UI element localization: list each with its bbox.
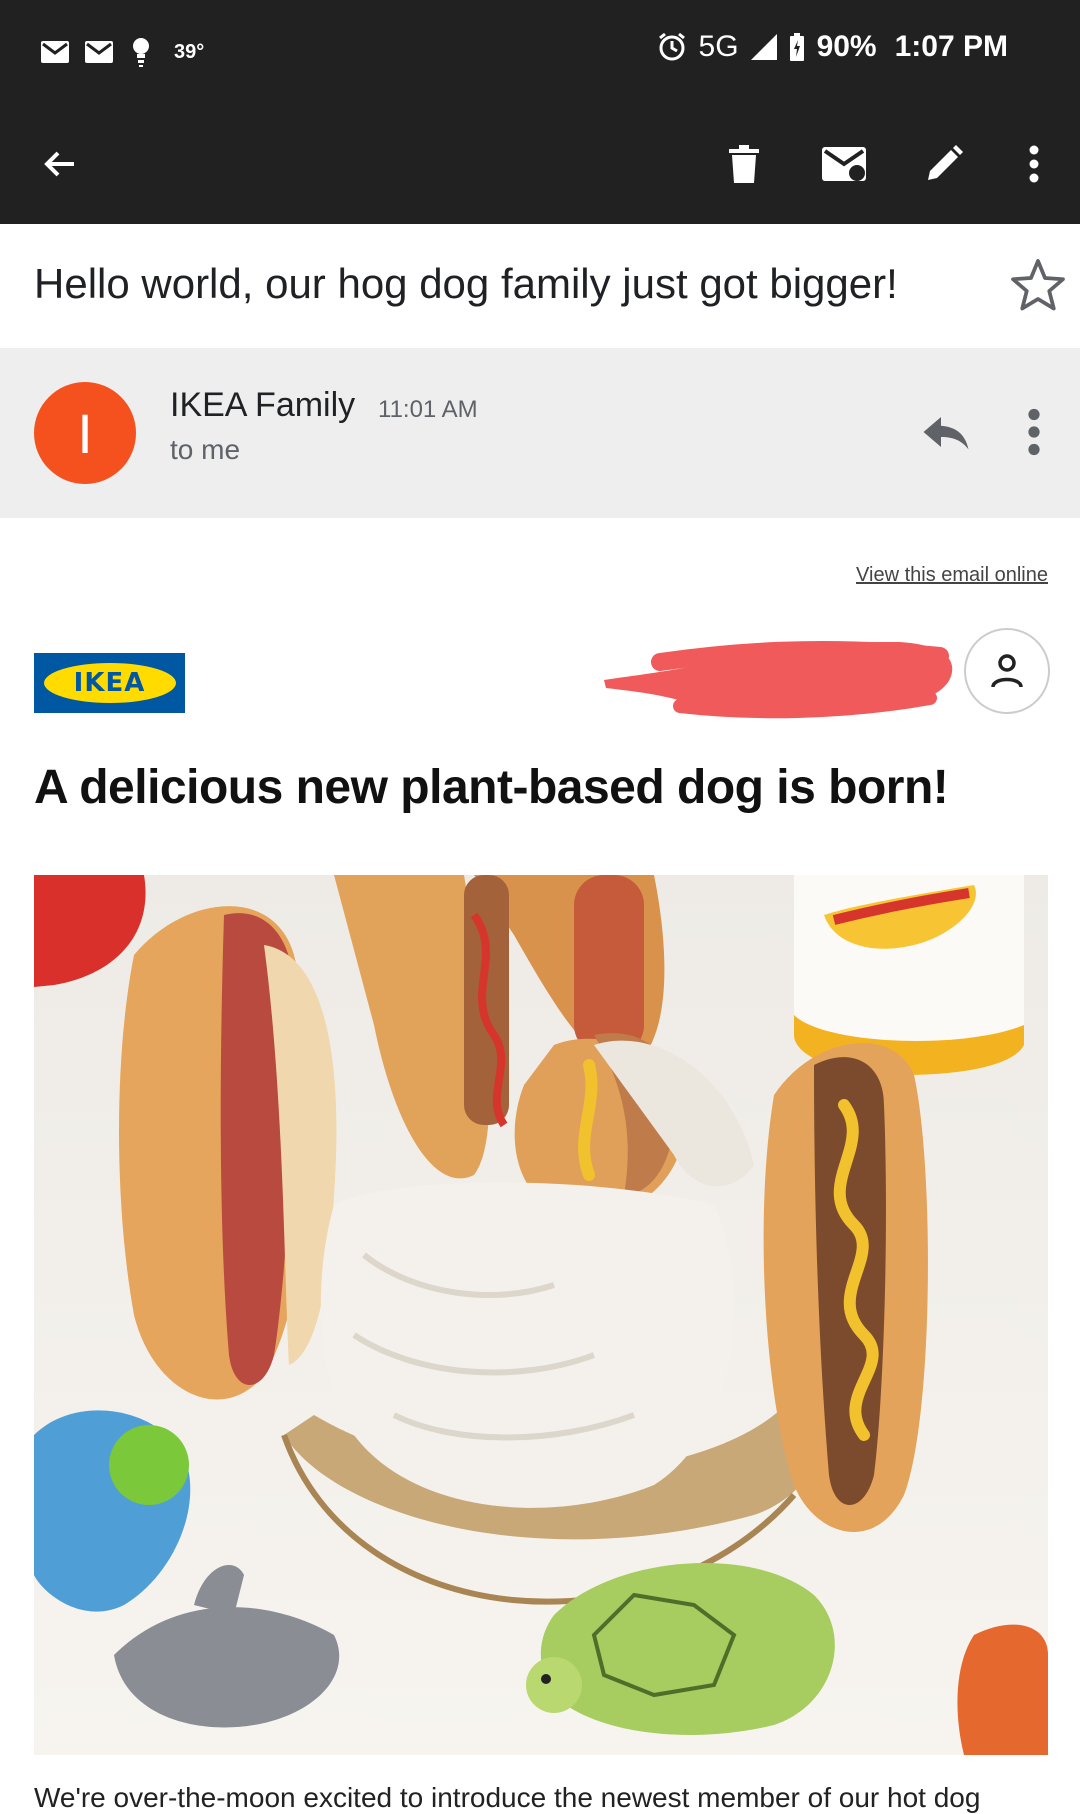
sender-name: IKEA Family bbox=[170, 386, 356, 424]
mark-unread-button[interactable] bbox=[812, 132, 876, 196]
battery-charging-icon bbox=[789, 33, 804, 61]
avatar[interactable]: I bbox=[34, 382, 136, 484]
mark-unread-icon bbox=[822, 147, 866, 181]
overflow-menu-button[interactable] bbox=[1002, 132, 1066, 196]
weather-icon bbox=[133, 38, 149, 67]
recipient-details[interactable]: to me bbox=[170, 434, 240, 466]
more-vert-icon bbox=[1029, 145, 1039, 183]
status-right: 5G 90% 1:07 PM bbox=[657, 30, 1008, 64]
ikea-logo-text: IKEA bbox=[73, 668, 146, 698]
view-online-link[interactable]: View this email online bbox=[856, 564, 1048, 587]
headline: A delicious new plant-based dog is born! bbox=[34, 761, 949, 814]
back-arrow-icon bbox=[44, 151, 74, 177]
star-icon[interactable] bbox=[1008, 256, 1068, 316]
trash-icon bbox=[729, 145, 759, 183]
reply-icon[interactable] bbox=[916, 402, 976, 462]
status-bar: 39° 5G 90% 1:07 PM bbox=[0, 0, 1080, 104]
ikea-logo-oval: IKEA bbox=[43, 663, 176, 703]
person-icon bbox=[991, 654, 1023, 688]
temperature: 39° bbox=[174, 40, 205, 63]
network-type: 5G bbox=[698, 30, 739, 63]
more-vert-icon[interactable] bbox=[1004, 402, 1064, 462]
hot-dog-photo-illustration bbox=[34, 875, 1048, 1755]
subject-row: Hello world, our hog dog family just got… bbox=[0, 224, 1080, 348]
edit-button[interactable] bbox=[912, 132, 976, 196]
email-body-text: We're over-the-moon excited to introduce… bbox=[34, 1782, 981, 1813]
delete-button[interactable] bbox=[712, 132, 776, 196]
sender-header[interactable]: I IKEA Family 11:01 AM to me bbox=[0, 348, 1080, 518]
email-toolbar bbox=[0, 104, 1080, 224]
hero-image[interactable] bbox=[34, 875, 1048, 1755]
profile-button[interactable] bbox=[964, 628, 1050, 714]
alarm-icon bbox=[658, 32, 685, 61]
ikea-logo[interactable]: IKEA bbox=[34, 653, 185, 713]
signal-icon bbox=[750, 34, 777, 60]
redaction-scribble bbox=[604, 640, 953, 719]
sent-time: 11:01 AM bbox=[378, 396, 478, 423]
email-subject: Hello world, our hog dog family just got… bbox=[34, 260, 898, 307]
battery-level: 90% bbox=[816, 30, 877, 63]
edit-icon bbox=[928, 145, 963, 180]
status-left: 39° bbox=[40, 36, 204, 68]
back-button[interactable] bbox=[28, 132, 92, 196]
mail-notification-icon bbox=[41, 41, 69, 63]
mail-notification-icon-2 bbox=[85, 41, 113, 63]
clock: 1:07 PM bbox=[894, 30, 1008, 63]
